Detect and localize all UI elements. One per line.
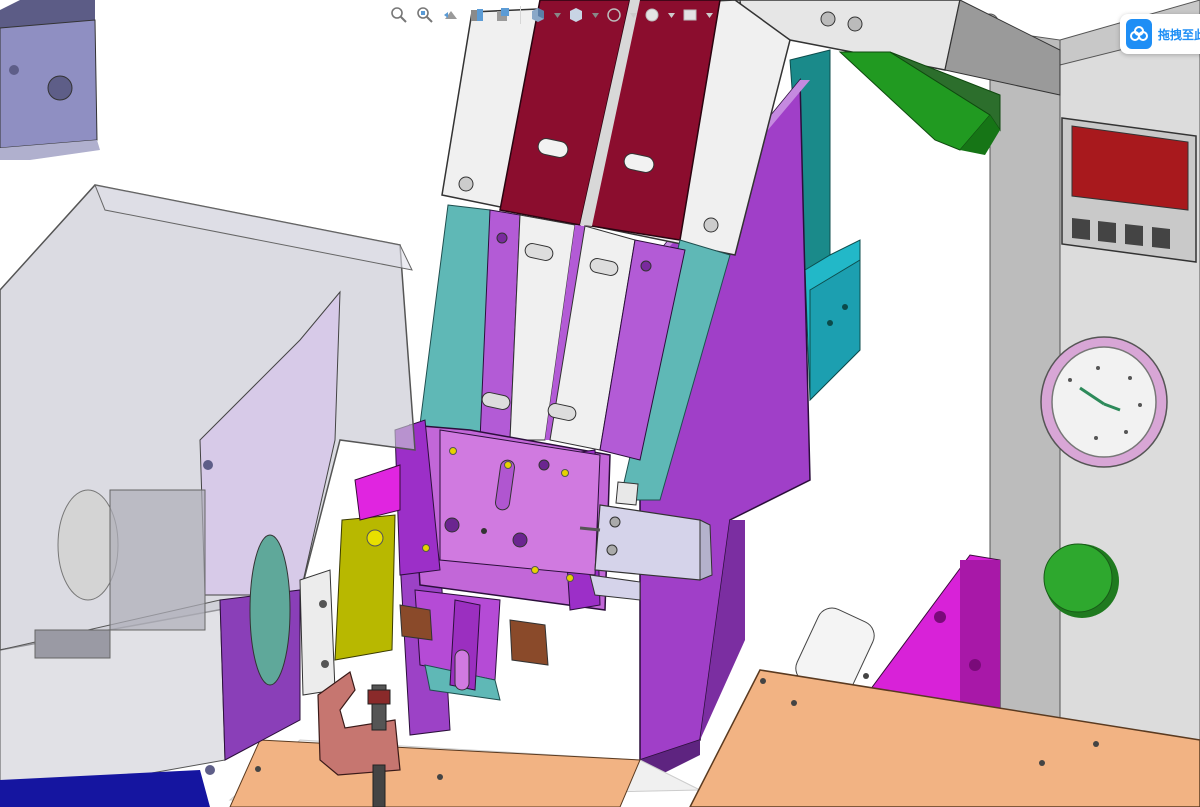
appearance-icon[interactable] [641,4,663,26]
cad-3d-viewport[interactable] [0,0,1200,807]
hide-show-dropdown-icon[interactable] [629,4,637,26]
zoom-fit-icon[interactable] [388,4,410,26]
display-style-icon[interactable] [565,4,587,26]
pressure-gauge [1040,336,1168,468]
appearance-dropdown-icon[interactable] [667,4,675,26]
view-orientation-icon[interactable] [527,4,549,26]
scene-icon[interactable] [679,4,701,26]
hide-show-icon[interactable] [603,4,625,26]
zoom-area-icon[interactable] [414,4,436,26]
sensor-bracket[interactable] [299,569,336,696]
toolbar-separator [520,6,521,24]
display-style-dropdown-icon[interactable] [591,4,599,26]
heads-up-view-toolbar [388,2,713,28]
gripper-assembly[interactable] [394,419,611,611]
yellow-block[interactable] [334,514,396,661]
cloud-app-icon [1126,19,1152,49]
drag-drop-badge[interactable]: 拖拽至此 [1120,14,1200,54]
temperature-controller[interactable] [1061,117,1197,263]
view-orientation-dropdown-icon[interactable] [553,4,561,26]
previous-view-icon[interactable] [440,4,462,26]
section-view-icon[interactable] [466,4,488,26]
annotation-view-icon[interactable] [492,4,514,26]
upper-left-block[interactable] [0,0,100,160]
scene-dropdown-icon[interactable] [705,4,713,26]
drag-badge-label: 拖拽至此 [1157,27,1200,42]
